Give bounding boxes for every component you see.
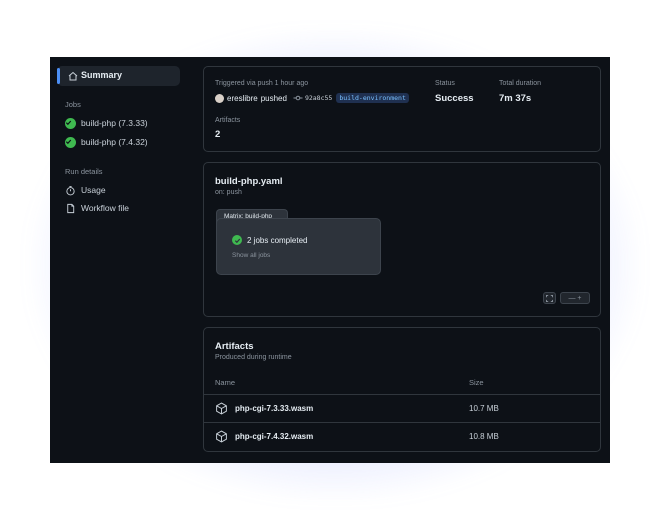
artifacts-count: 2 [215, 129, 221, 140]
workflow-title[interactable]: build-php.yaml [215, 176, 283, 187]
push-info: ereslibre pushed 92a8c55 build-environme… [215, 93, 409, 103]
check-circle-icon [232, 235, 242, 245]
package-icon [216, 402, 227, 415]
sidebar-item-label: Usage [81, 185, 106, 195]
sidebar-item-usage[interactable]: Usage [65, 183, 106, 197]
workflow-graph-card: build-php.yaml on: push Matrix: build-ph… [203, 162, 601, 317]
jobs-completed-label: 2 jobs completed [247, 235, 308, 245]
home-icon [68, 71, 78, 81]
stopwatch-icon [66, 185, 75, 195]
show-all-jobs-link[interactable]: Show all jobs [232, 252, 270, 259]
active-indicator [57, 68, 60, 84]
run-details-section-title: Run details [65, 167, 103, 176]
zoom-controls[interactable]: — + [560, 292, 590, 304]
artifact-size: 10.8 MB [469, 432, 499, 441]
sidebar-item-label: Summary [81, 70, 123, 80]
package-icon [216, 430, 227, 443]
status-value: Success [435, 93, 474, 104]
fullscreen-icon [546, 294, 553, 302]
user-link[interactable]: ereslibre [227, 94, 258, 103]
column-header-name: Name [215, 378, 236, 387]
sidebar-item-workflow-file[interactable]: Workflow file [65, 201, 129, 215]
artifacts-card: Artifacts Produced during runtime Name S… [203, 327, 601, 452]
sidebar-item-label: build-php (7.4.32) [81, 137, 148, 147]
artifact-name-link[interactable]: php-cgi-7.3.33.wasm [235, 404, 313, 413]
workflow-trigger: on: push [215, 189, 242, 196]
commit-sha[interactable]: 92a8c55 [305, 94, 332, 102]
sidebar: Summary Jobs build-php (7.3.33) build-ph… [50, 57, 190, 463]
status-label: Status [435, 80, 455, 87]
check-circle-icon [65, 136, 76, 148]
branch-badge[interactable]: build-environment [336, 93, 409, 103]
artifacts-subtitle: Produced during runtime [215, 354, 292, 361]
table-row[interactable]: php-cgi-7.3.33.wasm 10.7 MB [204, 395, 600, 422]
sidebar-item-job[interactable]: build-php (7.3.33) [65, 116, 148, 130]
table-row[interactable]: php-cgi-7.4.32.wasm 10.8 MB [204, 423, 600, 450]
sidebar-item-label: Workflow file [81, 203, 130, 213]
check-circle-icon [65, 117, 76, 129]
artifacts-title: Artifacts [215, 341, 254, 352]
duration-label: Total duration [499, 80, 542, 87]
sidebar-item-job[interactable]: build-php (7.4.32) [65, 135, 148, 149]
actions-run-window: Summary Jobs build-php (7.3.33) build-ph… [50, 57, 610, 463]
commit-icon [293, 95, 303, 101]
fullscreen-button[interactable] [543, 292, 556, 304]
file-icon [67, 203, 75, 213]
jobs-section-title: Jobs [65, 100, 81, 109]
artifact-size: 10.7 MB [469, 404, 499, 413]
trigger-text: Triggered via push 1 hour ago [215, 80, 309, 87]
avatar[interactable] [215, 93, 224, 103]
artifacts-label: Artifacts [215, 117, 241, 124]
artifact-name-link[interactable]: php-cgi-7.4.32.wasm [235, 432, 313, 441]
jobs-completed: 2 jobs completed [232, 235, 307, 245]
push-action: pushed [260, 93, 287, 103]
sidebar-item-summary[interactable]: Summary [57, 66, 180, 86]
column-header-size: Size [469, 378, 484, 387]
duration-value: 7m 37s [499, 93, 532, 104]
run-summary-card: Triggered via push 1 hour ago ereslibre … [203, 66, 601, 152]
sidebar-item-label: build-php (7.3.33) [81, 118, 148, 128]
matrix-box[interactable]: 2 jobs completed Show all jobs [216, 218, 381, 275]
